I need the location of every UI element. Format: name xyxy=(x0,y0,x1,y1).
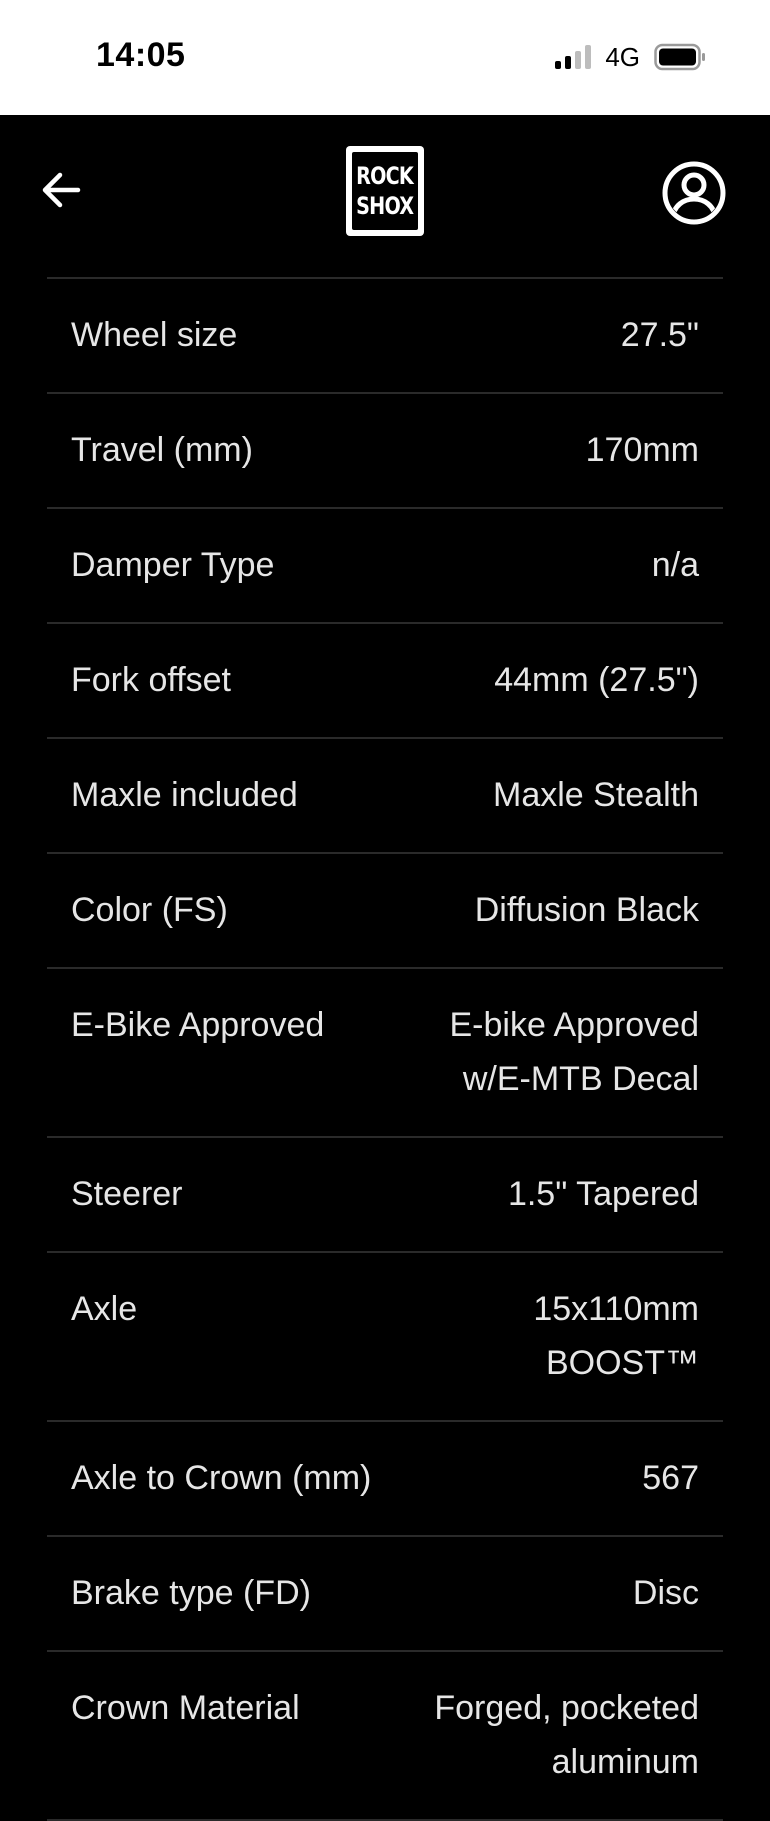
spec-row-maxle-included: Maxle included Maxle Stealth xyxy=(47,739,723,854)
spec-value: 44mm (27.5") xyxy=(494,661,699,699)
spec-row-wheel-size: Wheel size 27.5" xyxy=(47,279,723,394)
logo-text-shox: SHOX xyxy=(356,192,414,220)
spec-label: Crown Material xyxy=(71,1689,300,1727)
status-bar: 14:05 4G xyxy=(0,0,770,115)
cellular-signal-icon xyxy=(555,45,592,69)
spec-row-steerer: Steerer 1.5" Tapered xyxy=(47,1138,723,1253)
spec-row-crown-material: Crown Material Forged, pocketed aluminum xyxy=(47,1652,723,1821)
spec-label: Color (FS) xyxy=(71,891,228,929)
spec-label: Steerer xyxy=(71,1175,183,1213)
rockshox-logo[interactable]: ROCK SHOX xyxy=(346,146,424,236)
spec-value: Disc xyxy=(632,1574,699,1612)
spec-row-brake-type: Brake type (FD) Disc xyxy=(47,1537,723,1652)
back-arrow-icon[interactable] xyxy=(36,165,86,215)
spec-label: Axle xyxy=(71,1290,138,1328)
battery-icon xyxy=(654,43,705,71)
spec-value: Forged, pocketed aluminum xyxy=(434,1689,699,1781)
network-type: 4G xyxy=(605,41,640,72)
spec-row-travel: Travel (mm) 170mm xyxy=(47,394,723,509)
spec-label: Damper Type xyxy=(71,546,275,584)
spec-row-axle: Axle 15x110mm BOOST™ xyxy=(47,1253,723,1422)
spec-value: 567 xyxy=(642,1459,699,1497)
spec-table: Wheel size 27.5" Travel (mm) 170mm Dampe… xyxy=(47,277,723,1821)
spec-value: Maxle Stealth xyxy=(493,776,699,814)
account-icon[interactable] xyxy=(662,161,726,225)
spec-row-damper-type: Damper Type n/a xyxy=(47,509,723,624)
spec-value: 170mm xyxy=(585,431,699,469)
spec-value: 15x110mm BOOST™ xyxy=(533,1290,699,1382)
spec-value: Diffusion Black xyxy=(474,891,699,929)
spec-label: Axle to Crown (mm) xyxy=(71,1459,372,1497)
spec-row-e-bike-approved: E-Bike Approved E-bike Approved w/E-MTB … xyxy=(47,969,723,1138)
spec-label: Wheel size xyxy=(71,316,238,354)
spec-row-fork-offset: Fork offset 44mm (27.5") xyxy=(47,624,723,739)
spec-value: n/a xyxy=(651,546,699,584)
spec-value: 27.5" xyxy=(620,316,699,354)
spec-label: Travel (mm) xyxy=(71,431,253,469)
spec-label: Fork offset xyxy=(71,661,231,699)
spec-row-axle-to-crown: Axle to Crown (mm) 567 xyxy=(47,1422,723,1537)
status-time: 14:05 xyxy=(96,36,186,74)
spec-row-color: Color (FS) Diffusion Black xyxy=(47,854,723,969)
spec-value: 1.5" Tapered xyxy=(507,1175,699,1213)
spec-label: Maxle included xyxy=(71,776,298,814)
spec-label: E-Bike Approved xyxy=(71,1006,325,1044)
status-indicators: 4G xyxy=(555,40,706,74)
spec-value: E-bike Approved w/E-MTB Decal xyxy=(449,1006,700,1098)
logo-text-rock: ROCK xyxy=(356,162,415,190)
spec-label: Brake type (FD) xyxy=(71,1574,311,1612)
app-header: ROCK SHOX xyxy=(0,115,770,277)
